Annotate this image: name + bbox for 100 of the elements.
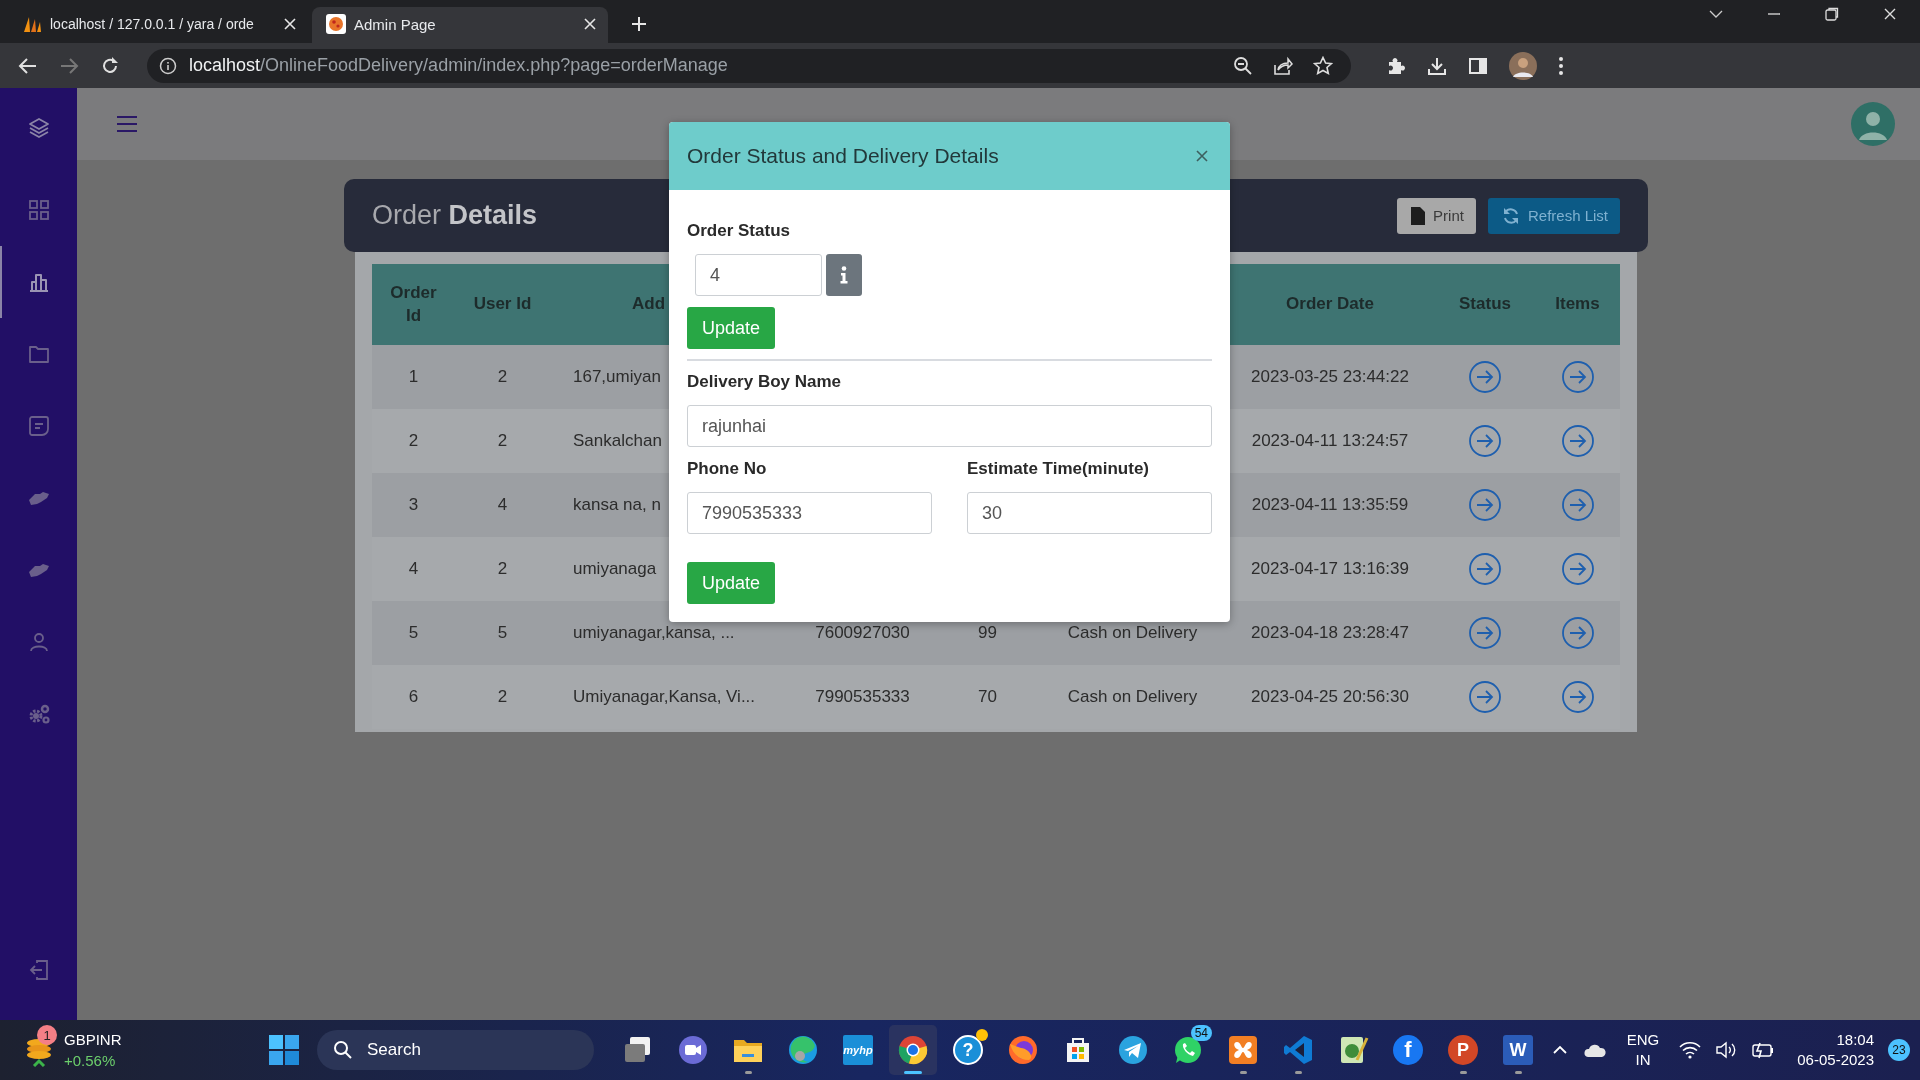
grid-icon [26,198,51,222]
running-indicator [1514,1071,1522,1074]
column-header: Items [1535,264,1620,345]
app-logo: ? [953,1035,983,1065]
info-button[interactable] [826,254,862,296]
table-cell: 2 [497,687,508,707]
video-chat-icon [677,1034,709,1066]
name-field[interactable]: rajunhai [687,405,1212,447]
table-cell: 2 [497,559,508,579]
wifi-icon[interactable] [1679,1041,1702,1059]
ribbon-logo-icon [1282,1034,1314,1066]
close-icon[interactable] [582,16,598,32]
column-header: User Id [455,264,550,345]
back-icon[interactable] [18,55,38,76]
phone-field[interactable]: 7990535333 [687,492,932,534]
start-icon[interactable] [269,1035,299,1065]
reload-icon[interactable] [100,55,120,76]
taskbar-app-button[interactable]: myhp [834,1025,882,1075]
arrow-circle-icon[interactable] [1468,680,1502,714]
sail-icon [22,15,42,33]
table-cell: umiyanagar,kansa, ... [573,623,735,643]
taskbar-app-button[interactable]: f [1384,1025,1432,1075]
field-label: Estimate Time(minute) [967,459,1150,479]
plus-icon[interactable] [630,15,648,33]
tab-title: localhost / 127.0.0.1 / yara / orde [50,16,255,32]
share-icon[interactable] [1273,55,1293,76]
app-logo: myhp [843,1035,873,1065]
table-cell: 2023-04-17 13:16:39 [1251,559,1409,579]
pizza-icon [326,14,346,34]
browser-tab[interactable]: localhost / 127.0.0.1 / yara / orde [8,7,308,43]
more-icon[interactable] [1558,55,1564,76]
running-indicator [744,1071,752,1074]
language-button[interactable]: ENG IN [1626,1030,1660,1070]
arrow-circle-icon[interactable] [1468,424,1502,458]
table-cell: Cash on Delivery [1067,687,1198,707]
table-cell: 2023-04-11 13:35:59 [1251,495,1409,515]
info-icon [840,266,848,284]
table-cell: 6 [408,687,419,707]
star-icon[interactable] [1313,55,1333,76]
table-cell: 7600927030 [815,623,910,643]
info-icon [159,56,177,75]
search-field[interactable]: Search [317,1030,594,1070]
table-cell: 99 [978,623,997,643]
table-cell: 3 [408,495,419,515]
clock-button[interactable]: 18:04 06-05-2023 [1797,1030,1874,1070]
puzzle-icon[interactable] [1386,55,1406,76]
volume-icon[interactable] [1715,1041,1738,1059]
taskbar-app-button[interactable]: 54 [1164,1025,1212,1075]
running-indicator [1239,1071,1247,1074]
table-cell: 5 [497,623,508,643]
column-header: Order Id [372,264,455,345]
ticker-change: +0.56% [64,1051,117,1071]
download-icon[interactable] [1427,55,1447,76]
field-label: Phone No [687,459,768,479]
zoom-out-icon[interactable] [1233,55,1253,76]
forward-icon[interactable] [59,55,79,76]
table-cell: 4 [497,495,508,515]
side-panel-icon[interactable] [1468,55,1488,76]
close-icon[interactable] [282,16,298,32]
arrow-circle-icon[interactable] [1560,680,1595,714]
app-logo: W [1503,1035,1533,1065]
taskbar-app-button[interactable]: P [1439,1025,1487,1075]
swirl-icon [787,1034,819,1066]
layers-icon[interactable] [26,116,51,140]
ring-logo-icon [897,1034,929,1066]
x-logo-icon [1227,1034,1259,1066]
table-cell: 7990535333 [815,687,910,707]
avatar-icon[interactable] [1509,51,1537,80]
arrow-circle-icon[interactable] [1468,552,1502,586]
arrow-circle-icon[interactable] [1560,552,1595,586]
table-cell: Sankalchan [573,431,662,451]
ticker-symbol: GBPINR [64,1030,122,1050]
taskbar-app-button[interactable]: ? [944,1025,992,1075]
app-logo: f [1393,1035,1423,1065]
time-field[interactable]: 30 [967,492,1212,534]
table-cell: 2023-04-25 20:56:30 [1251,687,1409,707]
menu-icon[interactable] [116,115,138,133]
print-button[interactable]: Print [1397,197,1476,234]
restore-icon[interactable] [1824,5,1840,22]
browser-tab[interactable]: Admin Page [312,7,608,43]
cloud-icon[interactable] [1582,1042,1607,1058]
refresh-icon [1501,206,1520,225]
table-cell: 2 [497,431,508,451]
taskbar-app-button[interactable]: W [1494,1025,1542,1075]
arrow-circle-icon[interactable] [1560,424,1595,458]
running-indicator [1294,1071,1302,1074]
table-cell: 2023-04-11 13:24:57 [1251,431,1409,451]
status-field[interactable]: 4 [695,254,822,296]
table-cell: kansa na, n [573,495,661,515]
message-icon [26,414,51,438]
table-cell: 2 [497,367,508,387]
notification-badge[interactable]: 23 [1888,1039,1910,1061]
page-title: Order Details [372,200,538,231]
taskbar-app-button[interactable] [889,1025,937,1075]
column-header: Status [1435,264,1535,345]
table-cell: umiyanaga [573,559,657,579]
running-indicator [1459,1071,1467,1074]
table-cell: 70 [978,687,997,707]
table-cell: 167,umiyan [573,367,661,387]
battery-icon[interactable] [1751,1041,1776,1059]
